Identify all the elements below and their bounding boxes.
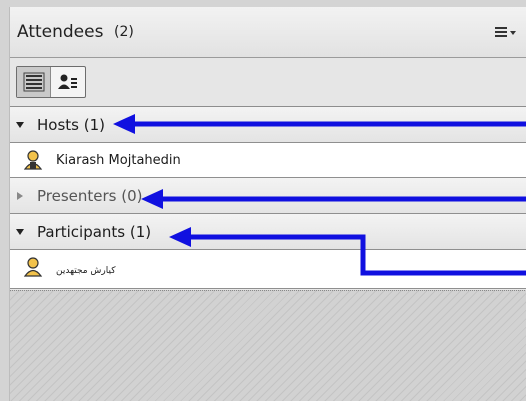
participants-annotation-arrow [183, 234, 526, 276]
annotation-arrows [113, 114, 526, 276]
